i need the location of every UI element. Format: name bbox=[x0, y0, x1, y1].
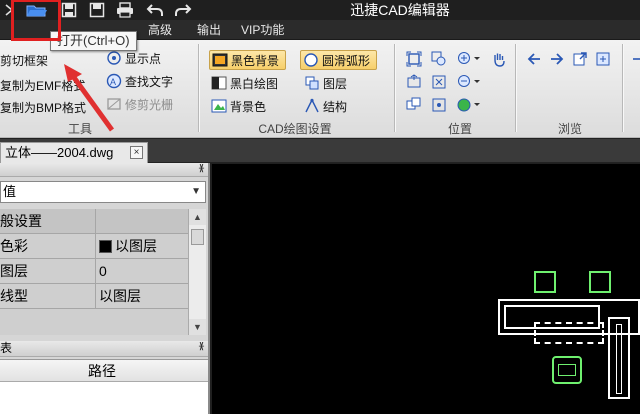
structure-icon bbox=[304, 98, 320, 114]
highlight-annotation bbox=[11, 0, 61, 41]
document-tab[interactable]: 立体——2004.dwg × bbox=[0, 142, 148, 163]
property-value[interactable]: 以图层 bbox=[99, 284, 141, 308]
property-value[interactable]: 0 bbox=[99, 259, 107, 283]
property-scrollbar[interactable]: ▲ ▼ bbox=[188, 209, 206, 335]
clip-frame-label: 剪切框架 bbox=[0, 53, 49, 68]
cad-outline bbox=[616, 324, 622, 394]
zoom-in-dropdown-icon[interactable] bbox=[456, 50, 482, 68]
trim-raster-label: 修剪光栅 bbox=[125, 97, 174, 112]
layer-list: 路径 bbox=[0, 359, 208, 414]
path-column-label: 路径 bbox=[88, 363, 116, 379]
scroll-thumb[interactable] bbox=[191, 229, 204, 245]
title-bar: 迅捷CAD编辑器 bbox=[0, 0, 640, 20]
property-name: 色彩 bbox=[0, 234, 96, 258]
forward-arrow-icon[interactable] bbox=[548, 50, 566, 68]
browse-group-label: 浏览 bbox=[557, 122, 582, 136]
fullscreen-icon[interactable] bbox=[430, 73, 448, 91]
bw-drawing-button[interactable]: 黑白绘图 bbox=[211, 73, 278, 93]
property-grid: 般设置 色彩 以图层 图层 0 线型 以图层 bbox=[0, 209, 188, 335]
menu-item-advanced[interactable]: 高级 bbox=[148, 23, 172, 37]
orbit-dropdown-icon[interactable] bbox=[456, 96, 482, 114]
property-row-general[interactable]: 般设置 bbox=[0, 209, 188, 234]
cad-green-block bbox=[589, 271, 611, 293]
bw-drawing-label: 黑白绘图 bbox=[230, 76, 279, 91]
export-view-icon[interactable] bbox=[571, 50, 589, 68]
menu-item-vip[interactable]: VIP功能 bbox=[241, 23, 284, 37]
cad-canvas[interactable] bbox=[212, 164, 640, 414]
background-color-button[interactable]: 背景色 bbox=[211, 96, 266, 116]
zoom-out-dropdown-icon[interactable] bbox=[456, 73, 482, 91]
layers-panel-header: 表 ᚕ bbox=[0, 341, 208, 357]
ribbon-separator bbox=[622, 44, 623, 132]
menu-item-output[interactable]: 输出 bbox=[197, 23, 221, 37]
cad-outline bbox=[534, 322, 604, 344]
layers-label: 图层 bbox=[323, 76, 348, 91]
background-color-icon bbox=[211, 98, 227, 114]
close-tab-icon[interactable]: × bbox=[130, 146, 143, 159]
save-as-icon[interactable] bbox=[88, 2, 106, 18]
dropdown-arrow-icon[interactable]: ▼ bbox=[191, 182, 201, 202]
black-background-label: 黑色背景 bbox=[231, 53, 280, 68]
color-swatch bbox=[99, 240, 112, 253]
more-arrow-icon[interactable] bbox=[628, 50, 640, 68]
ribbon-separator bbox=[198, 44, 199, 132]
background-color-label: 背景色 bbox=[230, 99, 267, 114]
center-view-icon[interactable] bbox=[430, 96, 448, 114]
print-icon[interactable] bbox=[116, 2, 134, 18]
scroll-up-icon[interactable]: ▲ bbox=[189, 209, 206, 225]
properties-panel: ᚕ 值 ▼ 般设置 色彩 以图层 图层 0 线型 以图层 ▲ ▼ 表 ᚕ 路径 bbox=[0, 163, 210, 414]
layers-icon bbox=[304, 75, 320, 91]
back-arrow-icon[interactable] bbox=[525, 50, 543, 68]
clip-frame-button[interactable]: 剪切框架 bbox=[0, 50, 48, 70]
path-column-header[interactable]: 路径 bbox=[0, 360, 208, 382]
structure-button[interactable]: 结构 bbox=[304, 96, 347, 116]
smooth-arc-button[interactable]: 圆滑弧形 bbox=[300, 50, 378, 70]
undo-icon[interactable] bbox=[146, 2, 164, 18]
document-tab-strip: 立体——2004.dwg × bbox=[0, 139, 640, 163]
document-tab-label: 立体——2004.dwg bbox=[5, 145, 114, 160]
object-selector[interactable]: 值 ▼ bbox=[0, 181, 206, 203]
browse-settings-icon[interactable] bbox=[594, 50, 612, 68]
position-group-label: 位置 bbox=[447, 122, 472, 136]
layers-button[interactable]: 图层 bbox=[304, 73, 347, 93]
pin-icon[interactable]: ᚕ bbox=[199, 163, 204, 174]
app-title: 迅捷CAD编辑器 bbox=[350, 2, 450, 18]
property-row-linetype[interactable]: 线型 以图层 bbox=[0, 284, 188, 309]
property-value-color[interactable]: 以图层 bbox=[99, 234, 157, 258]
open-tooltip: 打开(Ctrl+O) bbox=[50, 31, 137, 51]
smooth-arc-label: 圆滑弧形 bbox=[322, 53, 371, 68]
ribbon-separator bbox=[394, 44, 395, 132]
copy-view-icon[interactable] bbox=[405, 96, 423, 114]
property-row-layer[interactable]: 图层 0 bbox=[0, 259, 188, 284]
black-background-button[interactable]: 黑色背景 bbox=[209, 50, 287, 70]
pan-hand-icon[interactable] bbox=[490, 50, 508, 68]
layers-panel-title: 表 bbox=[0, 341, 13, 355]
cad-green-block bbox=[558, 364, 576, 376]
pin-icon[interactable]: ᚕ bbox=[199, 341, 204, 352]
structure-label: 结构 bbox=[323, 99, 348, 114]
property-row-color[interactable]: 色彩 以图层 bbox=[0, 234, 188, 259]
property-name: 线型 bbox=[0, 284, 96, 308]
zoom-window-icon[interactable] bbox=[430, 50, 448, 68]
redo-icon[interactable] bbox=[174, 2, 192, 18]
bw-drawing-icon bbox=[211, 75, 227, 91]
property-name: 图层 bbox=[0, 259, 96, 283]
ribbon-separator bbox=[515, 44, 516, 132]
cad-green-block bbox=[534, 271, 556, 293]
move-view-icon[interactable] bbox=[405, 73, 423, 91]
show-points-label: 显示点 bbox=[125, 51, 162, 66]
scroll-down-icon[interactable]: ▼ bbox=[189, 319, 206, 335]
black-background-icon bbox=[212, 52, 228, 68]
find-text-label: 查找文字 bbox=[125, 74, 174, 89]
property-name: 般设置 bbox=[0, 209, 96, 233]
fit-view-icon[interactable] bbox=[405, 50, 423, 68]
draw-settings-group-label: CAD绘图设置 bbox=[258, 122, 332, 136]
color-value-text: 以图层 bbox=[115, 238, 157, 254]
smooth-arc-icon bbox=[303, 52, 319, 68]
red-arrow-annotation bbox=[64, 64, 115, 132]
save-icon[interactable] bbox=[60, 2, 78, 18]
properties-panel-header: ᚕ bbox=[0, 163, 208, 177]
object-selector-value: 值 bbox=[3, 184, 17, 199]
